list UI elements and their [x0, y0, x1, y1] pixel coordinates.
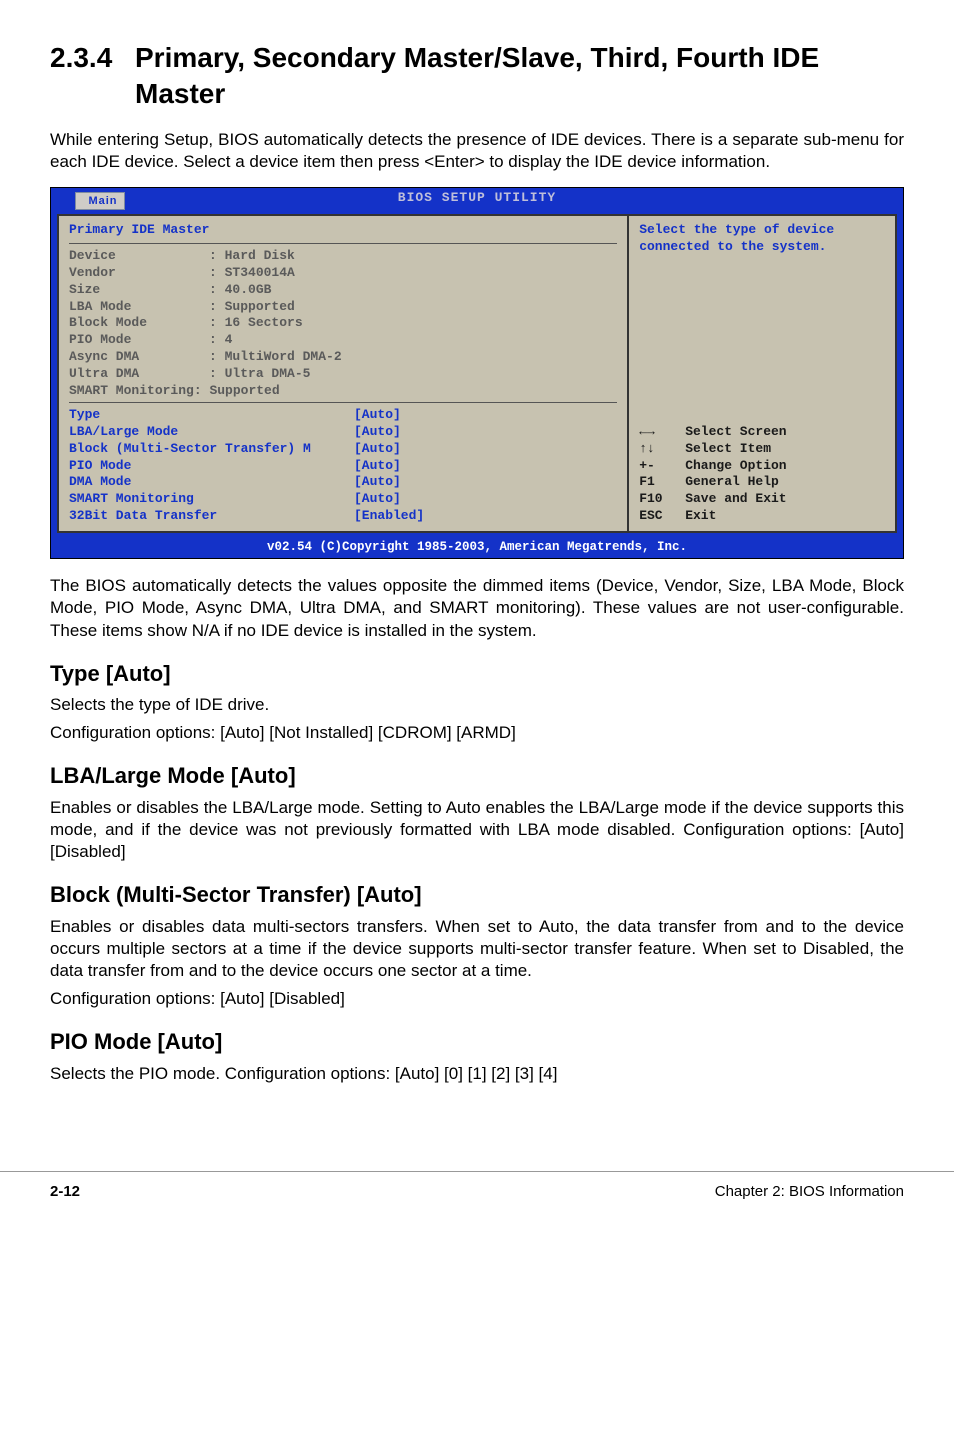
sub-heading-pio: PIO Mode [Auto] — [50, 1028, 904, 1057]
help-key-row: F1General Help — [639, 474, 885, 491]
bios-tab-main[interactable]: Main — [75, 192, 125, 210]
section-intro: While entering Setup, BIOS automatically… — [50, 129, 904, 173]
bios-device-info: Device : Hard Disk Vendor : ST340014A Si… — [69, 248, 617, 400]
bios-config-item[interactable]: 32Bit Data Transfer[Enabled] — [69, 508, 617, 525]
bios-info-row: SMART Monitoring: Supported — [69, 383, 617, 400]
chapter-label: Chapter 2: BIOS Information — [715, 1182, 904, 1202]
bios-config-item[interactable]: SMART Monitoring[Auto] — [69, 491, 617, 508]
section-heading: 2.3.4 Primary, Secondary Master/Slave, T… — [50, 40, 904, 113]
bios-info-row: Vendor : ST340014A — [69, 265, 617, 282]
page-footer: 2-12 Chapter 2: BIOS Information — [0, 1171, 954, 1202]
help-key-row: ↑↓Select Item — [639, 441, 885, 458]
sub-heading-block: Block (Multi-Sector Transfer) [Auto] — [50, 881, 904, 910]
bios-help-text: Select the type of device connected to t… — [639, 222, 885, 256]
bios-info-row: Size : 40.0GB — [69, 282, 617, 299]
bios-info-row: Ultra DMA : Ultra DMA-5 — [69, 366, 617, 383]
bios-config-item[interactable]: LBA/Large Mode[Auto] — [69, 424, 617, 441]
bios-info-row: Block Mode : 16 Sectors — [69, 315, 617, 332]
sub-text: Enables or disables data multi-sectors t… — [50, 916, 904, 982]
help-key-row: F10Save and Exit — [639, 491, 885, 508]
sub-text: Configuration options: [Auto] [Disabled] — [50, 988, 904, 1010]
help-key-row: ESCExit — [639, 508, 885, 525]
sub-text: Selects the PIO mode. Configuration opti… — [50, 1063, 904, 1085]
page-number: 2-12 — [50, 1182, 80, 1202]
bios-info-row: LBA Mode : Supported — [69, 299, 617, 316]
sub-heading-lba: LBA/Large Mode [Auto] — [50, 762, 904, 791]
bios-left-pane: Primary IDE Master Device : Hard Disk Ve… — [57, 214, 628, 533]
sub-text: Selects the type of IDE drive. — [50, 694, 904, 716]
bios-info-row: PIO Mode : 4 — [69, 332, 617, 349]
bios-help-pane: Select the type of device connected to t… — [628, 214, 897, 533]
bios-config-item[interactable]: DMA Mode[Auto] — [69, 474, 617, 491]
bios-title-bar: BIOS SETUP UTILITY Main — [51, 188, 903, 210]
help-key-row: +-Change Option — [639, 458, 885, 475]
sub-text: Configuration options: [Auto] [Not Insta… — [50, 722, 904, 744]
section-number: 2.3.4 — [50, 40, 135, 76]
bios-config-item[interactable]: Block (Multi-Sector Transfer) M[Auto] — [69, 441, 617, 458]
after-bios-text: The BIOS automatically detects the value… — [50, 575, 904, 641]
bios-config-item[interactable]: Type[Auto] — [69, 407, 617, 424]
bios-key-legend: ←→Select Screen ↑↓Select Item +-Change O… — [639, 424, 885, 525]
bios-copyright: v02.54 (C)Copyright 1985-2003, American … — [51, 539, 903, 558]
sub-heading-type: Type [Auto] — [50, 660, 904, 689]
bios-info-row: Async DMA : MultiWord DMA-2 — [69, 349, 617, 366]
bios-panel-title: Primary IDE Master — [69, 222, 617, 239]
bios-config-item[interactable]: PIO Mode[Auto] — [69, 458, 617, 475]
sub-text: Enables or disables the LBA/Large mode. … — [50, 797, 904, 863]
help-key-row: ←→Select Screen — [639, 424, 885, 441]
bios-title: BIOS SETUP UTILITY — [398, 190, 556, 205]
section-title: Primary, Secondary Master/Slave, Third, … — [135, 40, 904, 113]
bios-screenshot: BIOS SETUP UTILITY Main Primary IDE Mast… — [50, 187, 904, 559]
bios-config-list: Type[Auto] LBA/Large Mode[Auto] Block (M… — [69, 407, 617, 525]
bios-info-row: Device : Hard Disk — [69, 248, 617, 265]
